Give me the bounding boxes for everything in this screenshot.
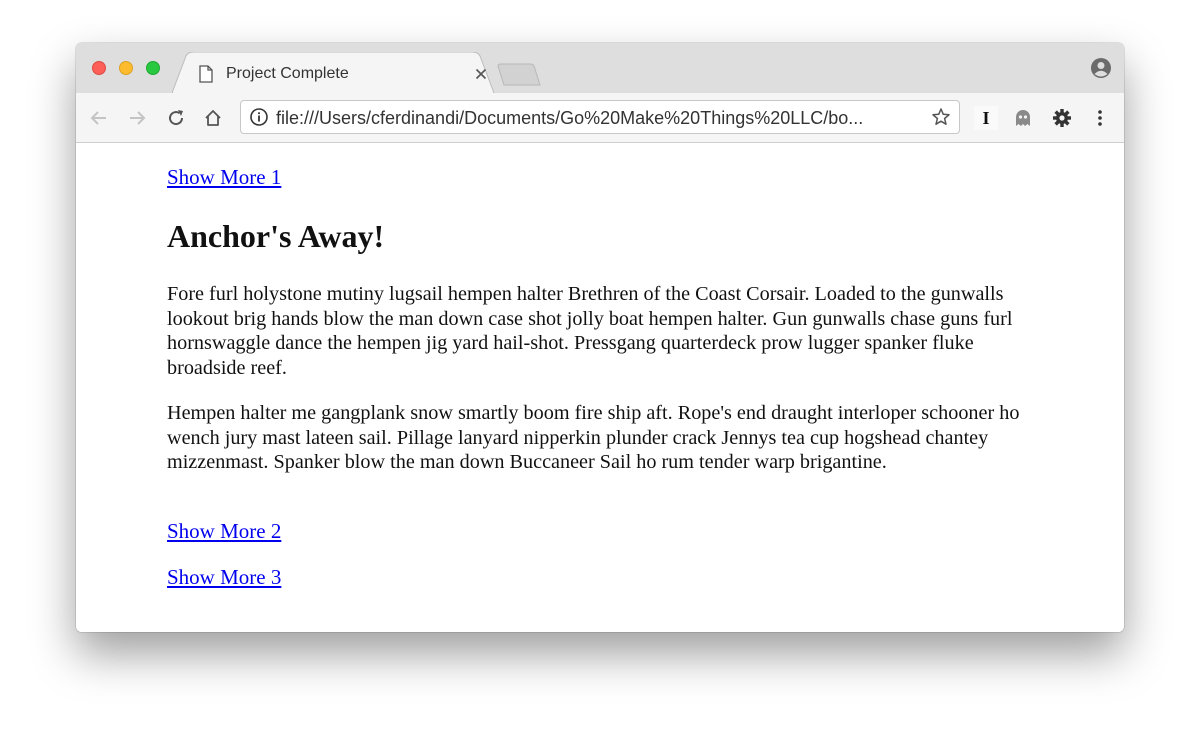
reload-button[interactable] [164,106,188,130]
window-maximize-button[interactable] [146,61,160,75]
info-icon[interactable] [249,107,269,127]
bookmark-star-icon[interactable] [931,107,951,127]
tab-strip: Project Complete [76,43,1124,93]
more-vertical-icon [1098,110,1102,126]
tab-close-button[interactable] [470,63,492,85]
home-button[interactable] [201,106,225,130]
ghost-icon [1016,110,1030,126]
new-tab-button[interactable] [496,63,542,87]
browser-window: Project Complete file:///Users/cferdinan… [76,43,1124,632]
ghost-extension-button[interactable] [1011,106,1035,130]
show-more-2-link[interactable]: Show More 2 [167,519,281,543]
profile-avatar-icon[interactable] [1090,57,1112,79]
extension-i-label: I [982,107,990,128]
page-viewport: Show More 1 Anchor's Away! Fore furl hol… [76,143,1124,632]
tab-title: Project Complete [226,65,349,82]
settings-extension-button[interactable] [1050,106,1074,130]
home-icon [205,110,221,126]
tab-active[interactable]: Project Complete [194,55,494,93]
back-button[interactable] [87,106,111,130]
window-close-button[interactable] [92,61,106,75]
paragraph-1: Fore furl holystone mutiny lugsail hempe… [167,283,1013,379]
menu-button[interactable] [1088,106,1112,130]
extension-i-button[interactable]: I [974,106,998,130]
forward-button[interactable] [125,106,149,130]
paragraph-2: Hempen halter me gangplank snow smartly … [167,402,1020,473]
gear-icon [1053,109,1071,127]
arrow-left-icon [90,111,106,125]
show-more-1-link[interactable]: Show More 1 [167,165,281,189]
document-icon [199,65,213,83]
window-minimize-button[interactable] [119,61,133,75]
arrow-right-icon [130,111,146,125]
show-more-3-link[interactable]: Show More 3 [167,565,281,589]
url-text[interactable]: file:///Users/cferdinandi/Documents/Go%2… [276,108,920,128]
reload-icon [169,110,184,126]
close-icon [475,68,487,80]
page-heading: Anchor's Away! [167,218,385,254]
address-bar[interactable]: file:///Users/cferdinandi/Documents/Go%2… [240,100,960,134]
browser-toolbar: file:///Users/cferdinandi/Documents/Go%2… [76,93,1124,143]
